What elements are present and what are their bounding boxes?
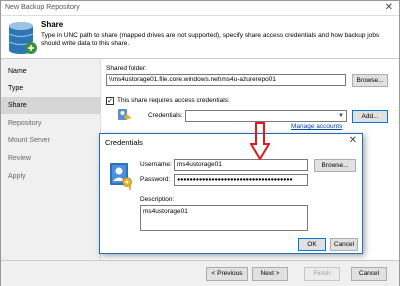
shared-folder-label: Shared folder: — [106, 65, 147, 72]
red-down-arrow-icon — [250, 122, 270, 160]
password-input[interactable]: ●●●●●●●●●●●●●●●●●●●●●●●●●●●●●●●●●●●●● — [174, 174, 308, 186]
sidebar-item-review[interactable]: Review — [1, 150, 101, 167]
sidebar-item-type[interactable]: Type — [1, 80, 101, 97]
description-label: Description: — [140, 196, 175, 203]
wizard-steps-sidebar: Name Type Share Repository Mount Server … — [1, 59, 101, 260]
username-input[interactable]: ms4ustorage01 — [174, 159, 308, 171]
requires-credentials-checkbox[interactable]: ✓ — [106, 97, 114, 105]
shared-folder-browse-button[interactable]: Browse... — [352, 74, 388, 87]
window-close-icon[interactable]: ✕ — [385, 2, 393, 13]
cancel-button[interactable]: Cancel — [351, 267, 387, 281]
username-browse-button[interactable]: Browse... — [314, 159, 356, 172]
sidebar-item-share[interactable]: Share — [1, 97, 101, 114]
sidebar-item-name[interactable]: Name — [1, 63, 101, 80]
dialog-close-icon[interactable]: ✕ — [349, 135, 357, 146]
previous-button[interactable]: < Previous — [206, 267, 248, 281]
next-button[interactable]: Next > — [252, 267, 288, 281]
credentials-dialog: Credentials ✕ Username: ms4ustorage01 Br… — [99, 133, 363, 254]
page-description: Type in UNC path to share (mapped drives… — [41, 32, 380, 47]
credentials-select[interactable]: ▼ — [185, 110, 347, 122]
credentials-label: Credentials: — [148, 112, 183, 119]
wizard-header: Share Type in UNC path to share (mapped … — [1, 16, 399, 59]
database-icon — [8, 22, 37, 54]
description-textarea[interactable]: ms4ustorage01 — [140, 205, 308, 231]
sidebar-item-mount-server[interactable]: Mount Server — [1, 132, 101, 149]
window-title: New Backup Repository — [5, 4, 80, 11]
key-user-icon — [118, 109, 131, 120]
title-bar: New Backup Repository ✕ — [1, 1, 399, 16]
wizard-footer: < Previous Next > Finish Cancel — [1, 260, 399, 286]
shared-folder-input[interactable]: \\ms4ustorage01.file.core.windows.net\ms… — [106, 74, 346, 86]
new-backup-repository-window: New Backup Repository ✕ Share Type in UN… — [0, 0, 400, 286]
add-credentials-button[interactable]: Add... — [352, 110, 388, 123]
sidebar-item-apply[interactable]: Apply — [1, 168, 101, 185]
finish-button[interactable]: Finish — [304, 267, 340, 281]
page-title: Share — [41, 20, 64, 29]
username-label: Username: — [140, 161, 172, 168]
password-label: Password: — [140, 176, 171, 183]
requires-credentials-label: This share requires access credentials: — [117, 97, 230, 104]
dialog-title: Credentials — [105, 138, 143, 147]
dialog-ok-button[interactable]: OK — [298, 238, 326, 251]
manage-accounts-link[interactable]: Manage accounts — [291, 123, 342, 130]
sidebar-item-repository[interactable]: Repository — [1, 115, 101, 132]
dialog-cancel-button[interactable]: Cancel — [330, 238, 358, 251]
user-key-icon — [110, 163, 132, 190]
chevron-down-icon: ▼ — [338, 113, 344, 119]
